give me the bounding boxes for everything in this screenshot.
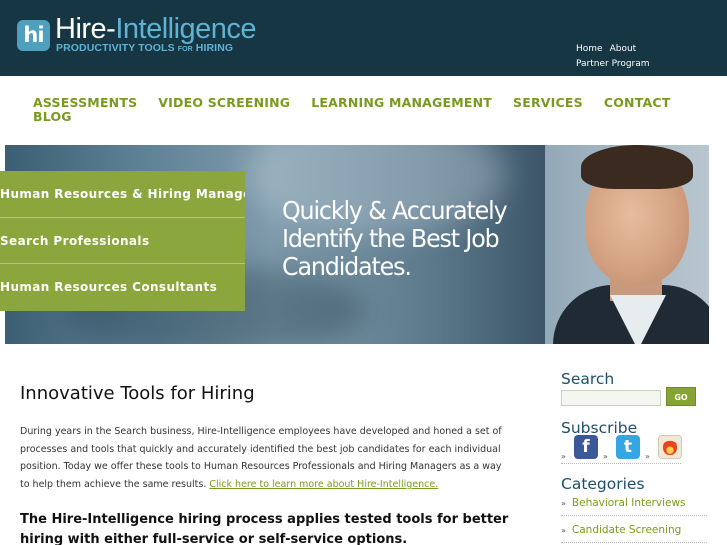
- utility-link-about[interactable]: About: [610, 42, 637, 57]
- tagline-small: FOR: [177, 46, 193, 53]
- page-title: Innovative Tools for Hiring: [20, 383, 255, 404]
- audience-item-hr-hiring-managers[interactable]: Human Resources & Hiring Managers: [0, 171, 245, 218]
- social-facebook: » f: [561, 435, 598, 463]
- tagline-part: PRODUCTIVITY TOOLS: [56, 42, 178, 54]
- chevron-right-icon: »: [561, 499, 566, 508]
- intro-paragraph: During years in the Search business, Hir…: [20, 423, 510, 494]
- chevron-right-icon: »: [561, 526, 566, 535]
- chevron-right-icon: »: [603, 452, 608, 461]
- utility-link-partner-program[interactable]: Partner Program: [576, 57, 650, 72]
- tagline-end: HIRING: [192, 42, 234, 54]
- main-nav: ASSESSMENTS VIDEO SCREENING LEARNING MANAG…: [33, 96, 673, 124]
- nav-item-services[interactable]: SERVICES: [513, 96, 583, 110]
- nav-item-video-screening[interactable]: VIDEO SCREENING: [158, 96, 290, 110]
- social-rss: »: [645, 435, 682, 463]
- process-statement: The Hire-Intelligence hiring process app…: [20, 512, 509, 545]
- audience-menu: Human Resources & Hiring Managers Search…: [0, 171, 245, 311]
- utility-nav: Home About Partner Program: [576, 42, 686, 72]
- nav-item-contact[interactable]: CONTACT: [604, 96, 671, 110]
- categories-heading: Categories: [561, 475, 645, 493]
- nav-item-blog[interactable]: BLOG: [33, 110, 72, 124]
- flame-icon: [663, 439, 677, 455]
- utility-link-home[interactable]: Home: [576, 42, 603, 57]
- chevron-right-icon: »: [645, 452, 650, 461]
- divider: [561, 463, 681, 464]
- category-item-candidate-screening[interactable]: » Candidate Screening: [561, 524, 707, 543]
- search-input[interactable]: [561, 390, 661, 406]
- logo-tagline: PRODUCTIVITY TOOLS FOR HIRING: [56, 42, 233, 54]
- search-heading: Search: [561, 370, 615, 388]
- twitter-icon[interactable]: t: [616, 435, 640, 459]
- facebook-icon[interactable]: f: [574, 435, 598, 459]
- hero-headline: Quickly & Accurately Identify the Best J…: [282, 196, 508, 281]
- audience-item-search-professionals[interactable]: Search Professionals: [0, 218, 245, 264]
- logo-name-accent: Intelligence: [115, 13, 257, 45]
- rss-feed-icon[interactable]: [658, 435, 682, 459]
- site-header: hi Hire-Intelligence PRODUCTIVITY TOOLS …: [0, 0, 727, 76]
- nav-item-learning-management[interactable]: LEARNING MANAGEMENT: [311, 96, 492, 110]
- logo-name-part: Hire-: [55, 13, 116, 45]
- category-item-behavioral-interviews[interactable]: » Behavioral Interviews: [561, 497, 707, 516]
- category-label: Behavioral Interviews: [571, 497, 686, 509]
- search-go-button[interactable]: GO: [666, 387, 696, 406]
- category-label: Candidate Screening: [571, 524, 682, 536]
- nav-item-assessments[interactable]: ASSESSMENTS: [33, 96, 137, 110]
- logo-badge[interactable]: hi: [17, 20, 50, 51]
- audience-item-hr-consultants[interactable]: Human Resources Consultants: [0, 264, 245, 311]
- learn-more-link[interactable]: Click here to learn more about Hire-Inte…: [209, 479, 438, 490]
- hero-person-hair: [581, 145, 693, 189]
- social-twitter: » t: [603, 435, 640, 463]
- chevron-right-icon: »: [561, 452, 566, 461]
